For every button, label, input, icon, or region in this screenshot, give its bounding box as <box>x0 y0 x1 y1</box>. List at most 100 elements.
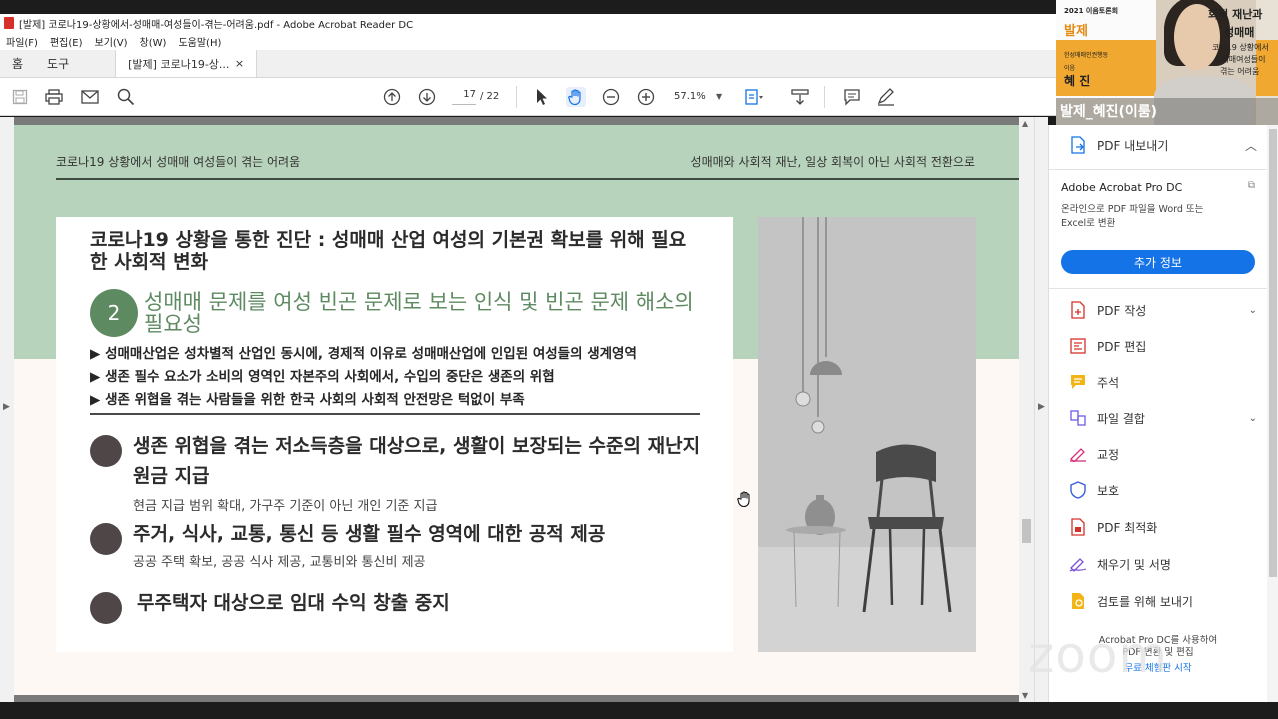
menu-view[interactable]: 보기(V) <box>95 34 128 49</box>
chevron-down-icon[interactable]: ⌄ <box>1249 305 1257 316</box>
mail-icon[interactable] <box>80 87 100 107</box>
tool-create-pdf[interactable]: PDF 작성 ⌄ <box>1049 292 1267 328</box>
pen-sign-icon[interactable] <box>876 87 896 107</box>
acrobat-pdf-icon <box>4 17 14 29</box>
tab-document[interactable]: [발제] 코로나19-상... × <box>115 50 258 77</box>
tool-optimize-pdf[interactable]: PDF 최적화 <box>1049 509 1267 545</box>
proofread-icon <box>1069 445 1087 463</box>
zoom-logo-watermark: zoom <box>1028 626 1169 684</box>
item-dot <box>90 592 122 624</box>
tool-protect[interactable]: 보호 <box>1049 472 1267 508</box>
zoom-level-select[interactable]: 57.1% <box>674 91 706 102</box>
tools-pane-scroll-thumb[interactable] <box>1269 129 1277 577</box>
section-title: 성매매 문제를 여성 빈곤 문제로 보는 인식 및 빈곤 문제 해소의 필요성 <box>144 290 694 336</box>
next-page-icon[interactable] <box>417 87 437 107</box>
tab-close-icon[interactable]: × <box>235 57 244 70</box>
export-pdf-icon <box>1069 136 1087 154</box>
export-pdf-row[interactable]: PDF 내보내기 ︿ <box>1049 127 1267 163</box>
scroll-down-icon[interactable]: ▼ <box>1022 691 1028 700</box>
main-toolbar: 17 / 22 57.1% ▼ <box>0 78 1056 116</box>
slide-org: 한성매매인권행동 <box>1064 52 1109 59</box>
tool-comment[interactable]: 주석 <box>1049 364 1267 400</box>
pdf-page: 코로나19 상황에서 성매매 여성들이 겪는 어려움 성매매와 사회적 재난, … <box>14 125 1019 695</box>
comment-icon[interactable] <box>842 87 862 107</box>
document-view[interactable]: 코로나19 상황에서 성매매 여성들이 겪는 어려움 성매매와 사회적 재난, … <box>0 117 1034 702</box>
zoom-in-icon[interactable] <box>636 87 656 107</box>
page-number-input[interactable]: 17 <box>452 89 476 105</box>
right-pane-toggle-strip[interactable]: ▶ <box>1034 117 1048 702</box>
shield-icon <box>1069 481 1087 499</box>
section-number-badge: 2 <box>90 289 138 337</box>
menu-edit[interactable]: 편집(E) <box>50 34 83 49</box>
item-sub: 공공 주택 확보, 공공 식사 제공, 교통비와 통신비 제공 <box>133 555 426 570</box>
print-icon[interactable] <box>44 87 64 107</box>
bullet-item: ▶ 생존 필수 요소가 소비의 영역인 자본주의 사회에서, 수입의 중단은 생… <box>90 369 555 385</box>
tool-label: 검토를 위해 보내기 <box>1097 594 1193 609</box>
tool-send-for-review[interactable]: 검토를 위해 보내기 <box>1049 583 1267 619</box>
menu-file[interactable]: 파일(F) <box>6 34 38 49</box>
page-header-right: 성매매와 사회적 재난, 일상 회복이 아닌 사회적 전환으로 <box>690 155 975 169</box>
slide-label: 발제 <box>1064 24 1088 39</box>
item-dot <box>90 523 122 555</box>
save-icon[interactable] <box>10 87 30 107</box>
bullet-item: ▶ 생존 위협을 겪는 사람들을 위한 한국 사회의 사회적 안전망은 턱없이 … <box>90 392 525 408</box>
scroll-thumb[interactable] <box>1022 519 1031 543</box>
optimize-pdf-icon <box>1069 518 1087 536</box>
zoom-dropdown-icon[interactable]: ▼ <box>716 92 722 101</box>
tool-edit-pdf[interactable]: PDF 편집 <box>1049 328 1267 364</box>
fill-sign-icon <box>1069 555 1087 573</box>
copy-icon[interactable]: ⧉ <box>1248 180 1255 191</box>
slide-year: 2021 이음토론회 <box>1064 7 1119 15</box>
item-main: 생존 위협을 겪는 저소득층을 대상으로, 생활이 보장되는 수준의 재난지원금… <box>133 435 701 487</box>
hand-cursor-icon <box>737 490 753 512</box>
chevron-down-icon[interactable]: ⌄ <box>1249 413 1257 424</box>
zoom-video-tile[interactable]: 2021 이음토론회 발제 한성매매인권행동 이음 혜 진 회적 재난과 성매매… <box>1056 0 1278 125</box>
chevron-up-icon[interactable]: ︿ <box>1245 137 1257 154</box>
tool-label: 보호 <box>1097 483 1120 498</box>
tools-pane-scrollbar[interactable] <box>1267 125 1278 702</box>
more-info-button[interactable]: 추가 정보 <box>1061 250 1255 274</box>
scroll-up-icon[interactable]: ▲ <box>1022 119 1028 128</box>
slide-right-text-2: 성매매 <box>1224 26 1255 39</box>
menu-bar: 파일(F) 편집(E) 보기(V) 창(W) 도움말(H) <box>0 32 1056 50</box>
tab-bar: 홈 도구 [발제] 코로나19-상... × <box>0 50 1056 78</box>
hand-tool-icon[interactable] <box>566 87 586 107</box>
tool-label: PDF 최적화 <box>1097 520 1158 535</box>
select-cursor-icon[interactable] <box>532 87 552 107</box>
expand-left-icon[interactable]: ▶ <box>3 402 10 412</box>
item-main: 무주택자 대상으로 임대 수익 창출 중지 <box>137 592 450 614</box>
bullet-list: ▶ 성매매산업은 성차별적 산업인 동시에, 경제적 이유로 성매매산업에 인입… <box>90 343 710 412</box>
left-collapse-strip[interactable]: ▶ <box>0 117 14 702</box>
promo-title: Adobe Acrobat Pro DC <box>1061 181 1183 194</box>
page-fit-icon[interactable] <box>744 87 764 107</box>
tab-tools[interactable]: 도구 <box>35 50 81 77</box>
tool-combine-files[interactable]: 파일 결합 ⌄ <box>1049 400 1267 436</box>
combine-files-icon <box>1069 409 1087 427</box>
section-divider <box>90 413 700 415</box>
menu-help[interactable]: 도움말(H) <box>178 34 221 49</box>
previous-page-icon[interactable] <box>382 87 402 107</box>
acrobat-pro-promo: Adobe Acrobat Pro DC ⧉ 온라인으로 PDF 파일을 Wor… <box>1049 169 1267 289</box>
tool-proofread[interactable]: 교정 <box>1049 436 1267 472</box>
comment-tool-icon <box>1069 373 1087 391</box>
tool-label: 주석 <box>1097 375 1120 390</box>
tool-label: 파일 결합 <box>1097 411 1145 426</box>
zoom-out-icon[interactable] <box>601 87 621 107</box>
slide-role: 이음 <box>1064 65 1076 72</box>
search-icon[interactable] <box>116 87 136 107</box>
tool-label: 교정 <box>1097 447 1120 462</box>
collapse-right-icon[interactable]: ▶ <box>1038 402 1045 412</box>
document-scrollbar[interactable]: ▲ ▼ <box>1019 117 1034 702</box>
menu-window[interactable]: 창(W) <box>140 34 167 49</box>
content-card: 코로나19 상황을 통한 진단 : 성매매 산업 여성의 기본권 확보를 위해 … <box>56 217 733 652</box>
card-title: 코로나19 상황을 통한 진단 : 성매매 산업 여성의 기본권 확보를 위해 … <box>90 229 687 273</box>
tab-document-label: [발제] 코로나19-상... <box>128 57 230 71</box>
chair-lamp-photo <box>758 217 976 652</box>
item-main: 주거, 식사, 교통, 통신 등 생활 필수 영역에 대한 공적 제공 <box>133 523 606 545</box>
tool-fill-sign[interactable]: 채우기 및 서명 <box>1049 546 1267 582</box>
tab-home[interactable]: 홈 <box>0 50 35 77</box>
export-pdf-label: PDF 내보내기 <box>1097 138 1169 153</box>
scroll-mode-icon[interactable] <box>790 87 810 107</box>
tool-label: PDF 편집 <box>1097 339 1147 354</box>
slide-right-text-1: 회적 재난과 <box>1208 8 1263 21</box>
